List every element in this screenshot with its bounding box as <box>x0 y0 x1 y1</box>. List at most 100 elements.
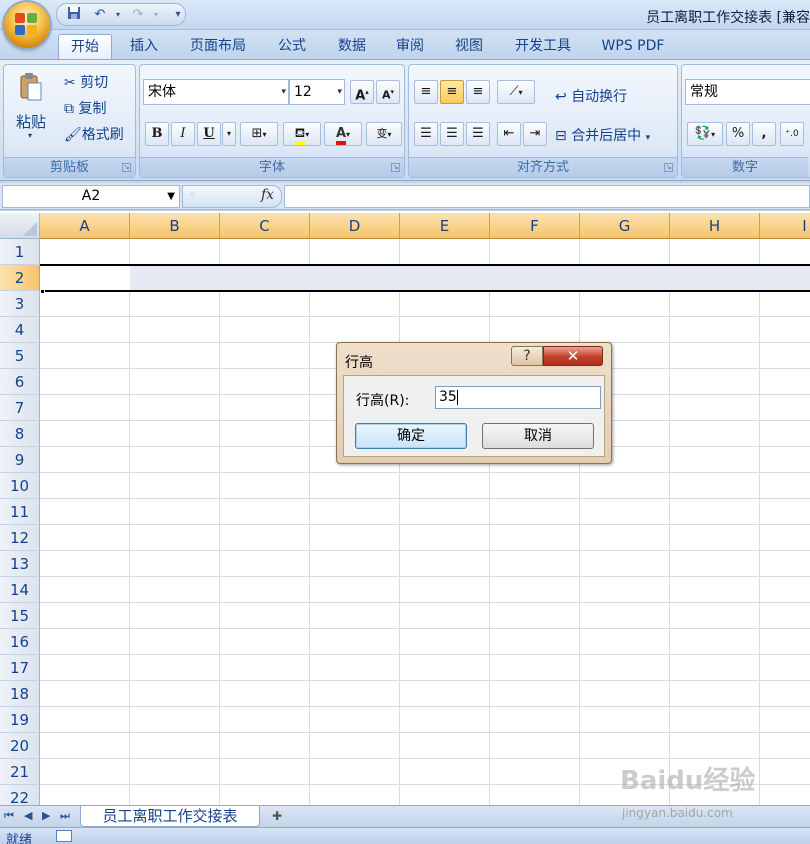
font-size-combo[interactable]: 12 ▾ <box>289 79 345 105</box>
alignment-launcher-icon[interactable]: ↘ <box>664 163 673 172</box>
bold-button[interactable]: B <box>145 122 169 146</box>
row-header-16[interactable]: 16 <box>0 629 40 655</box>
column-header-f[interactable]: F <box>490 213 580 239</box>
next-sheet-icon[interactable]: ▶ <box>42 809 50 822</box>
tab-home[interactable]: 开始 <box>58 34 112 60</box>
column-header-i[interactable]: I <box>760 213 810 239</box>
paste-button[interactable]: 粘贴 ▾ <box>12 71 48 145</box>
row-header-15[interactable]: 15 <box>0 603 40 629</box>
row-header-19[interactable]: 19 <box>0 707 40 733</box>
column-header-c[interactable]: C <box>220 213 310 239</box>
font-name-combo[interactable]: 宋体 ▾ <box>143 79 289 105</box>
redo-dropdown-icon[interactable]: ▾ <box>151 6 161 24</box>
increase-indent-button[interactable]: ⇥ <box>523 122 547 146</box>
name-box[interactable]: A2 ▼ <box>2 185 180 208</box>
column-header-g[interactable]: G <box>580 213 670 239</box>
sheet-tab-active[interactable]: 员工离职工作交接表 <box>80 806 260 827</box>
insert-function-button[interactable]: fx <box>261 187 274 203</box>
merge-center-button[interactable]: ⊟ 合并后居中 ▾ <box>555 125 650 145</box>
row-header-21[interactable]: 21 <box>0 759 40 785</box>
row-header-8[interactable]: 8 <box>0 421 40 447</box>
row-header-3[interactable]: 3 <box>0 291 40 317</box>
shrink-font-button[interactable]: A▾ <box>376 80 400 104</box>
undo-dropdown-icon[interactable]: ▾ <box>113 6 123 24</box>
customize-qat-icon[interactable]: ▾ <box>172 6 184 24</box>
fill-color-button[interactable]: ⛾▾ <box>283 122 321 146</box>
underline-dropdown-icon[interactable]: ▾ <box>222 122 236 146</box>
accounting-button[interactable]: 💱▾ <box>687 122 723 146</box>
format-painter-button[interactable]: 🖌格式刷 <box>64 124 124 144</box>
prev-sheet-icon[interactable]: ◀ <box>24 809 32 822</box>
increase-decimal-button[interactable]: ⁺.0 <box>780 122 804 146</box>
column-header-b[interactable]: B <box>130 213 220 239</box>
align-top-button[interactable]: ≡ <box>414 80 438 104</box>
copy-button[interactable]: ⧉ 复制 <box>64 98 106 118</box>
phonetic-button[interactable]: 变▾ <box>366 122 402 146</box>
clipboard-launcher-icon[interactable]: ↘ <box>122 163 131 172</box>
column-header-e[interactable]: E <box>400 213 490 239</box>
row-header-4[interactable]: 4 <box>0 317 40 343</box>
row-header-6[interactable]: 6 <box>0 369 40 395</box>
align-right-button[interactable]: ☰ <box>466 122 490 146</box>
column-header-h[interactable]: H <box>670 213 760 239</box>
macro-record-icon[interactable] <box>56 830 72 842</box>
close-button[interactable]: ✕ <box>543 346 603 366</box>
first-sheet-icon[interactable]: ⏮ <box>4 809 14 823</box>
column-header-d[interactable]: D <box>310 213 400 239</box>
row-header-11[interactable]: 11 <box>0 499 40 525</box>
font-color-button[interactable]: A▾ <box>324 122 362 146</box>
tab-review[interactable]: 审阅 <box>384 34 436 60</box>
column-header-a[interactable]: A <box>40 213 130 239</box>
tab-data[interactable]: 数据 <box>326 34 378 60</box>
row-header-12[interactable]: 12 <box>0 525 40 551</box>
number-format-combo[interactable]: 常规 <box>685 79 810 105</box>
office-button[interactable] <box>4 2 50 48</box>
wrap-text-button[interactable]: ↩ 自动换行 <box>555 86 627 106</box>
worksheet-grid[interactable]: ABCDEFGHI 1 2 3 4 5 6 7 8 9 10 11 12 13 14 15 16 17 18 19 2… <box>0 211 810 805</box>
selected-row-2[interactable] <box>40 264 810 292</box>
active-cell-a2[interactable] <box>40 266 130 290</box>
row-header-13[interactable]: 13 <box>0 551 40 577</box>
orientation-button[interactable]: ⟋▾ <box>497 80 535 104</box>
formula-input[interactable] <box>284 185 810 208</box>
font-launcher-icon[interactable]: ↘ <box>391 163 400 172</box>
underline-button[interactable]: U <box>197 122 221 146</box>
row-header-7[interactable]: 7 <box>0 395 40 421</box>
borders-button[interactable]: ⊞▾ <box>240 122 278 146</box>
tab-wps-pdf[interactable]: WPS PDF <box>592 34 674 60</box>
row-header-9[interactable]: 9 <box>0 447 40 473</box>
insert-sheet-icon[interactable]: ✚ <box>260 807 294 826</box>
grow-font-button[interactable]: A▴ <box>350 80 374 104</box>
align-bottom-button[interactable]: ≡ <box>466 80 490 104</box>
tab-insert[interactable]: 插入 <box>118 34 170 60</box>
row-height-input[interactable]: 35 <box>435 386 601 409</box>
row-header-17[interactable]: 17 <box>0 655 40 681</box>
cancel-button[interactable]: 取消 <box>482 423 594 449</box>
decrease-indent-button[interactable]: ⇤ <box>497 122 521 146</box>
redo-icon[interactable]: ↷ <box>127 6 149 24</box>
row-header-18[interactable]: 18 <box>0 681 40 707</box>
row-header-22[interactable]: 22 <box>0 785 40 805</box>
save-icon[interactable] <box>65 6 83 24</box>
tab-page-layout[interactable]: 页面布局 <box>180 34 256 60</box>
chevron-down-icon[interactable]: ▼ <box>167 186 175 207</box>
row-header-20[interactable]: 20 <box>0 733 40 759</box>
ok-button[interactable]: 确定 <box>355 423 467 449</box>
last-sheet-icon[interactable]: ⏭ <box>60 809 70 823</box>
align-center-button[interactable]: ☰ <box>440 122 464 146</box>
comma-button[interactable]: , <box>752 122 776 146</box>
row-header-2[interactable]: 2 <box>0 265 40 291</box>
row-header-10[interactable]: 10 <box>0 473 40 499</box>
percent-button[interactable]: % <box>726 122 750 146</box>
row-header-1[interactable]: 1 <box>0 239 40 265</box>
tab-formulas[interactable]: 公式 <box>266 34 318 60</box>
tab-view[interactable]: 视图 <box>442 34 496 60</box>
align-middle-button[interactable]: ≡ <box>440 80 464 104</box>
help-button[interactable]: ? <box>511 346 543 366</box>
row-header-5[interactable]: 5 <box>0 343 40 369</box>
row-header-14[interactable]: 14 <box>0 577 40 603</box>
tab-developer[interactable]: 开发工具 <box>502 34 584 60</box>
cut-button[interactable]: ✂ 剪切 <box>64 72 108 92</box>
align-left-button[interactable]: ☰ <box>414 122 438 146</box>
select-all-corner[interactable] <box>0 213 40 239</box>
